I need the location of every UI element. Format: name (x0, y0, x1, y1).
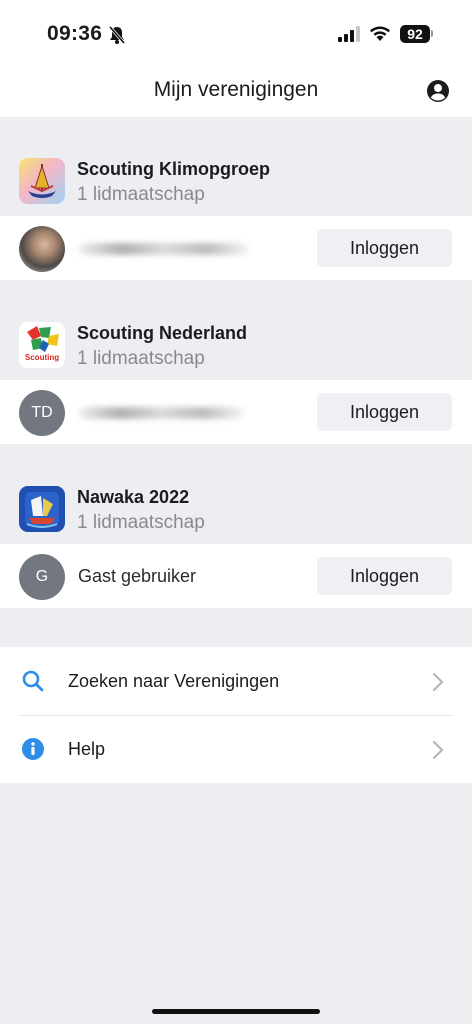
menu-item-label: Zoeken naar Verenigingen (68, 671, 280, 691)
organization-header[interactable]: Nawaka 2022 1 lidmaatschap (0, 464, 472, 554)
organization-name: Scouting Nederland (77, 323, 248, 343)
chevron-right-icon (432, 740, 444, 765)
avatar (19, 226, 65, 272)
battery-tip (431, 30, 433, 37)
search-icon (22, 670, 44, 697)
member-row: TD Inloggen (0, 380, 472, 444)
navigation-bar: Mijn verenigingen (0, 68, 472, 117)
member-row: G Gast gebruiker Inloggen (0, 544, 472, 608)
membership-count: 1 lidmaatschap (77, 348, 205, 369)
klimopgroep-logo (19, 158, 65, 204)
member-name: Gast gebruiker (78, 566, 197, 586)
nawaka-logo (19, 486, 65, 532)
info-icon (22, 738, 44, 765)
member-row: Inloggen (0, 216, 472, 280)
menu-list: Zoeken naar Verenigingen Help (0, 647, 472, 783)
membership-count: 1 lidmaatschap (77, 184, 205, 205)
member-name-blurred (79, 243, 249, 255)
avatar-initials: TD (19, 390, 65, 436)
login-button[interactable]: Inloggen (317, 393, 452, 431)
page-title: Mijn verenigingen (153, 78, 319, 101)
login-button[interactable]: Inloggen (317, 229, 452, 267)
scouting-logo-text: Scouting (24, 353, 60, 362)
status-bar: 09:36 92 (0, 0, 472, 68)
wifi-icon (369, 24, 391, 47)
chevron-right-icon (432, 672, 444, 697)
organization-header[interactable]: Scouting Klimopgroep 1 lidmaatschap (0, 136, 472, 226)
bell-off-icon (108, 25, 126, 50)
login-button[interactable]: Inloggen (317, 557, 452, 595)
menu-item-label: Help (68, 739, 106, 759)
menu-item-help[interactable]: Help (0, 715, 472, 783)
organization-name: Nawaka 2022 (77, 487, 190, 507)
organization-name: Scouting Klimopgroep (77, 159, 270, 179)
status-time: 09:36 (47, 22, 103, 45)
membership-count: 1 lidmaatschap (77, 512, 205, 533)
home-indicator (152, 1009, 320, 1014)
avatar-initials: G (19, 554, 65, 600)
cellular-signal-icon (338, 26, 360, 47)
menu-item-search-organizations[interactable]: Zoeken naar Verenigingen (0, 647, 472, 716)
member-name-blurred (79, 407, 244, 419)
scouting-nederland-logo: Scouting (19, 322, 65, 368)
battery-level: 92 (400, 25, 430, 43)
account-icon[interactable] (426, 79, 450, 108)
organization-header[interactable]: Scouting Scouting Nederland 1 lidmaatsch… (0, 300, 472, 390)
